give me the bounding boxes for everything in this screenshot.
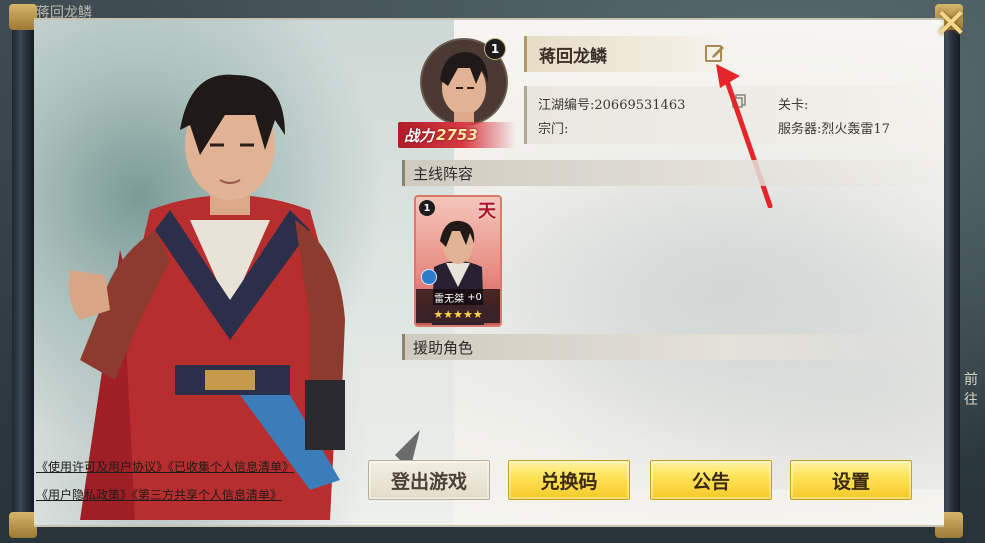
redeem-code-button[interactable]: 兑换码 (508, 460, 630, 500)
stage-label: 关卡: (778, 98, 809, 113)
section-support-characters: 援助角色 (402, 334, 942, 360)
avatar-level-badge: 1 (484, 38, 506, 60)
card-enhance-level: +0 (467, 291, 482, 303)
card-name-bar: 雷无桀 +0 (416, 289, 500, 305)
card-hero-name: 雷无桀 (434, 293, 465, 305)
element-icon (421, 269, 437, 285)
combat-power: 战力 2753 (398, 122, 516, 148)
server: 服务器:烈火轰雷17 (778, 118, 890, 137)
player-name-bar: 蒋回龙鳞 (524, 36, 734, 72)
player-name: 蒋回龙鳞 (539, 46, 607, 67)
logout-button[interactable]: 登出游戏 (368, 460, 490, 500)
combat-power-value: 2753 (436, 126, 478, 144)
server-value: 烈火轰雷17 (821, 122, 890, 137)
card-rank-badge: 天 (478, 201, 496, 222)
sect-label: 宗门: (538, 122, 569, 137)
card-star-rating: ★ ★ ★ ★ ★ (416, 305, 500, 323)
star-icon: ★ (462, 307, 473, 321)
star-icon: ★ (472, 307, 483, 321)
close-icon: ✕ (934, 1, 968, 47)
stage: 关卡: (778, 94, 808, 113)
agreement-links[interactable]: 《使用许可及用户协议》《已收集个人信息清单》 (36, 458, 294, 475)
star-icon: ★ (443, 307, 454, 321)
jianghu-id: 江湖编号:20669531463 (538, 94, 685, 113)
star-icon: ★ (433, 307, 444, 321)
star-icon: ★ (453, 307, 463, 321)
character-portrait (68, 74, 420, 520)
notice-button[interactable]: 公告 (650, 460, 772, 500)
privacy-links[interactable]: 《用户隐私政策》《第三方共享个人信息清单》 (36, 486, 282, 503)
card-level-badge: 1 (419, 200, 435, 216)
scroll-roller-left (9, 4, 37, 538)
server-label: 服务器: (778, 122, 822, 137)
lineup-hero-card[interactable]: 1 天 雷无桀 +0 ★ ★ ★ ★ ★ (414, 195, 502, 327)
side-goto-label[interactable]: 前往 (964, 370, 982, 410)
combat-power-label: 战力 (404, 126, 435, 145)
jianghu-id-value: 20669531463 (594, 98, 686, 113)
settings-button[interactable]: 设置 (790, 460, 912, 500)
jianghu-id-label: 江湖编号: (538, 98, 595, 113)
sect: 宗门: (538, 118, 568, 137)
close-button[interactable]: ✕ (932, 4, 970, 44)
section-main-lineup: 主线阵容 (402, 160, 942, 186)
